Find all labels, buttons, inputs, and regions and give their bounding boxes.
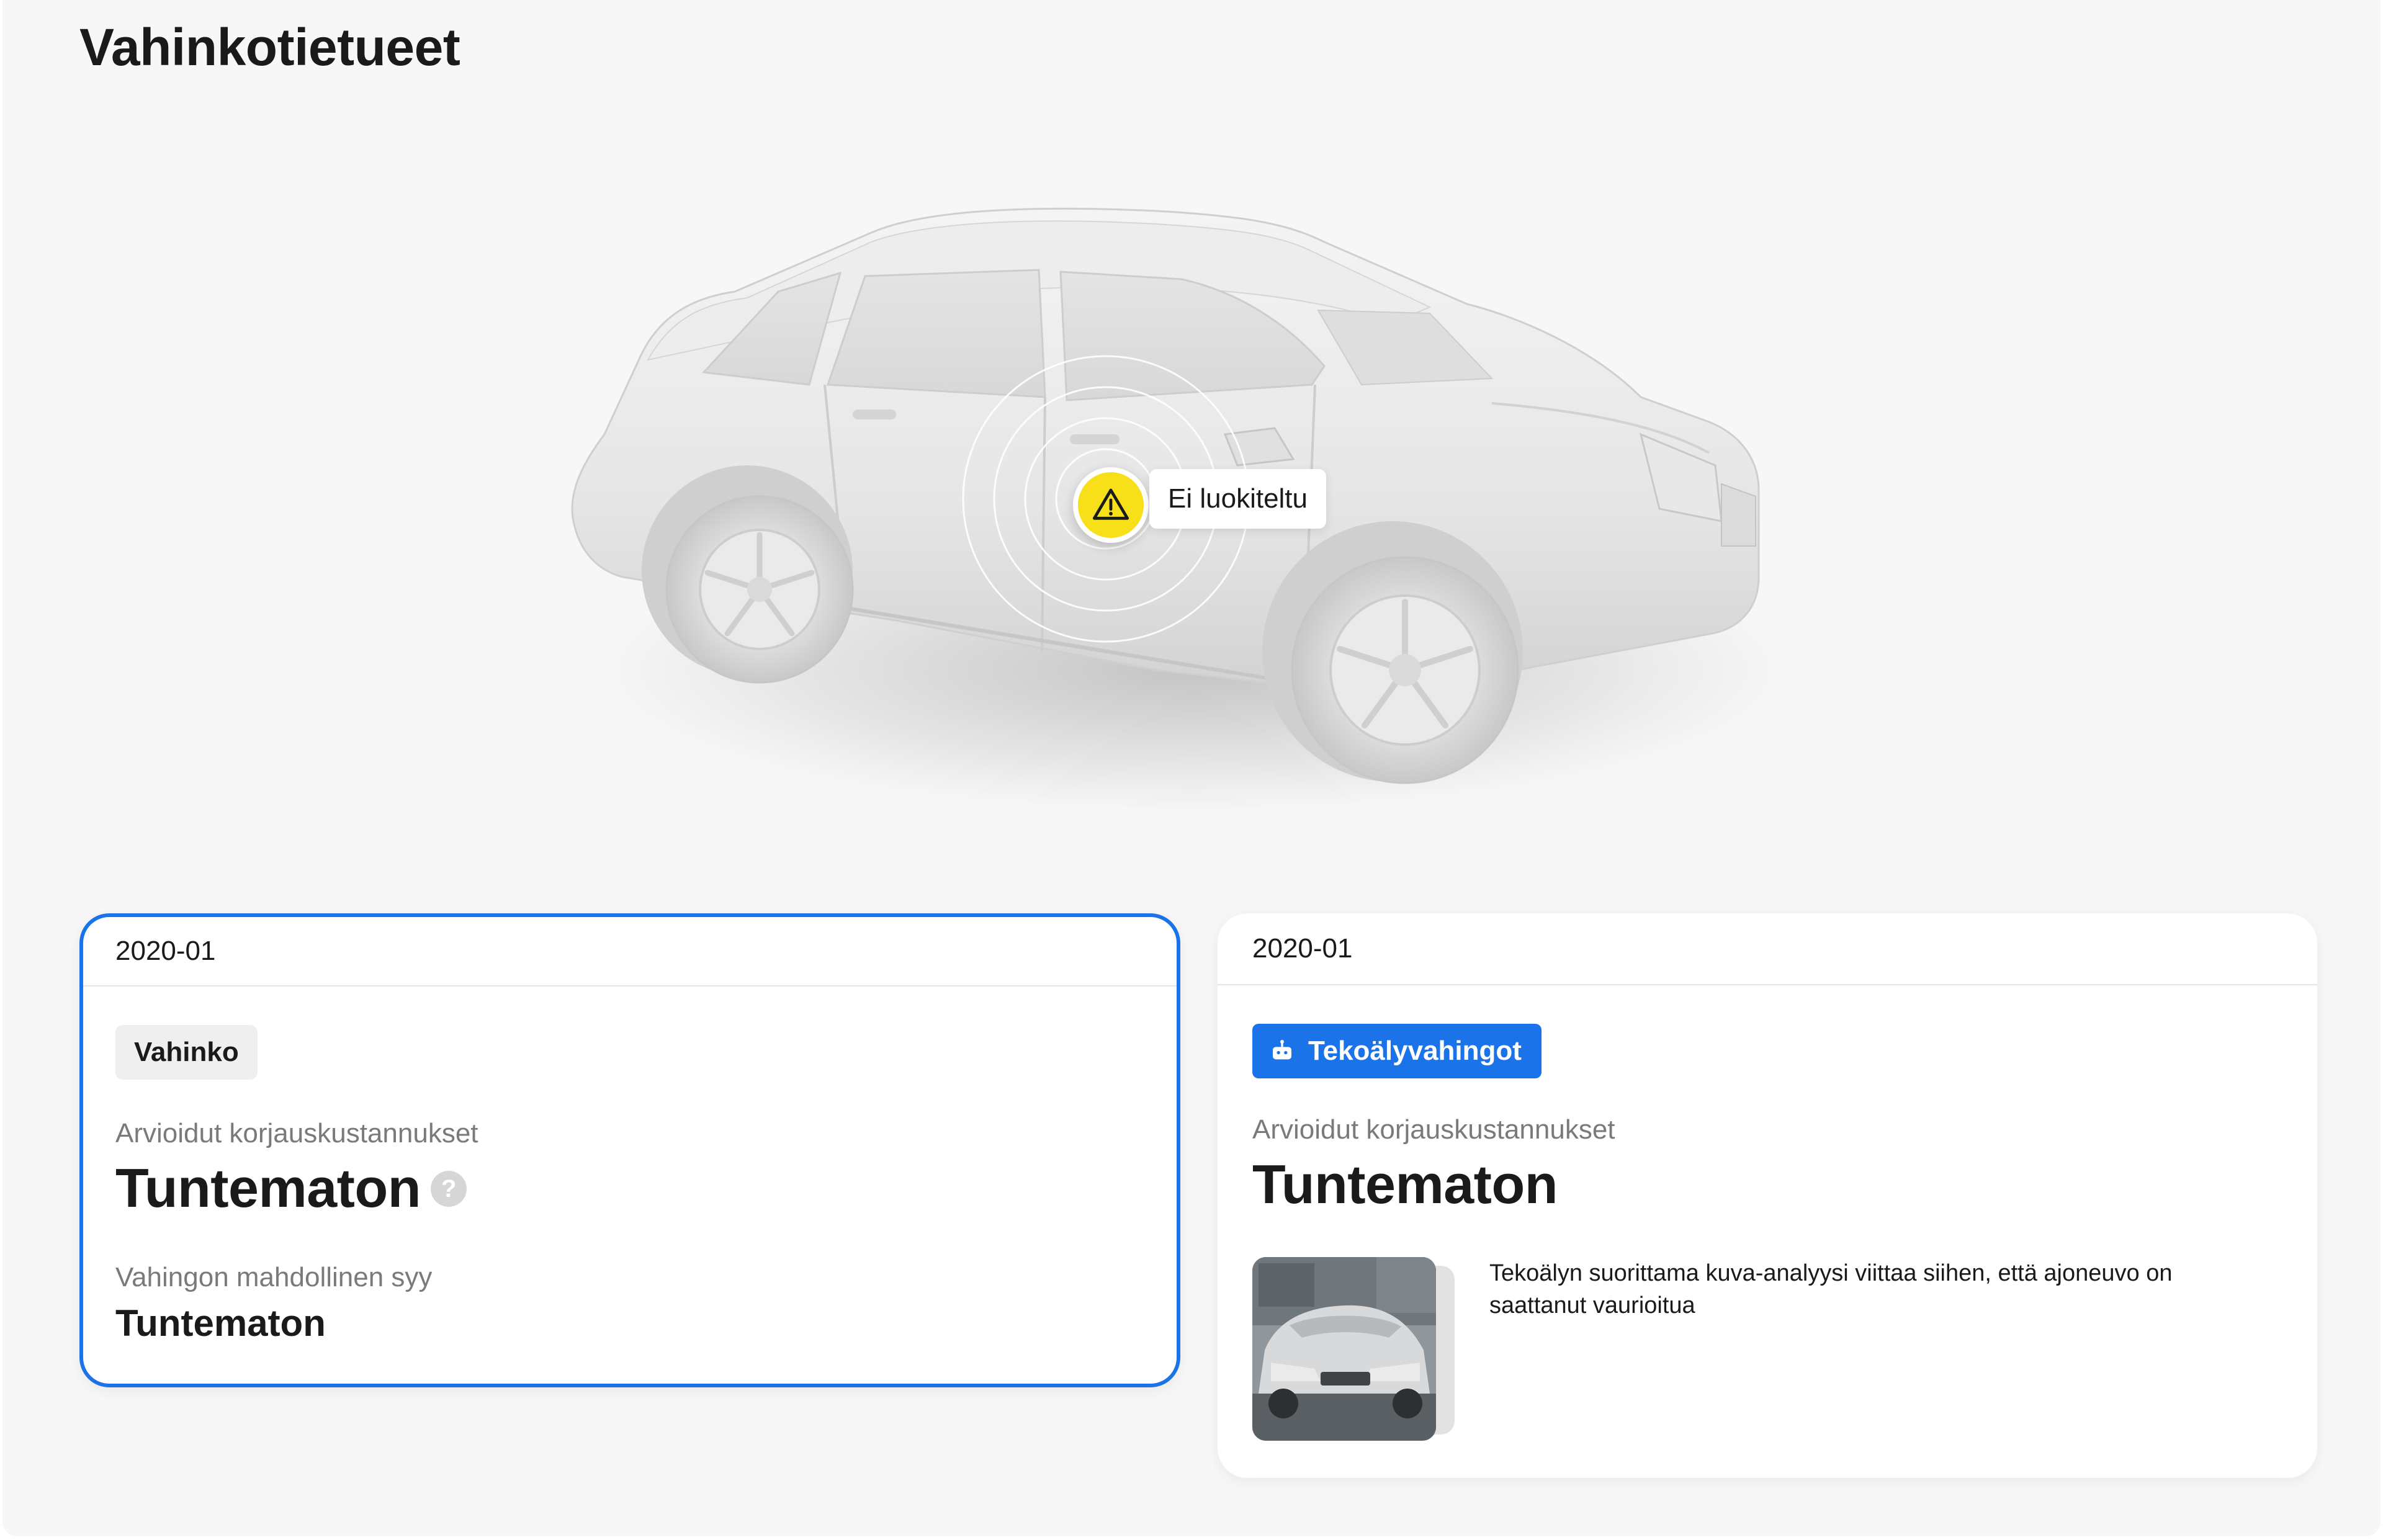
- damage-type-badge: Vahinko: [115, 1025, 258, 1080]
- help-icon[interactable]: ?: [430, 1170, 467, 1207]
- marker-label: Ei luokiteltu: [1149, 469, 1327, 529]
- repair-cost-value-row: Tuntematon?: [115, 1157, 467, 1220]
- page-title: Vahinkotietueet: [79, 18, 460, 76]
- repair-cost-value: Tuntematon: [115, 1157, 421, 1219]
- damage-cause-label: Vahingon mahdollinen syy: [115, 1262, 433, 1292]
- damage-photo[interactable]: [1252, 1257, 1436, 1441]
- ai-analysis-note: Tekoälyn suorittama kuva-analyysi viitta…: [1489, 1260, 2173, 1318]
- repair-cost-value: Tuntematon: [1252, 1153, 1558, 1215]
- record-date: 2020-01: [1218, 913, 2317, 985]
- ai-damage-record-card[interactable]: 2020-01 Tekoälyvahingot Arvioidut korjau…: [1218, 913, 2317, 1478]
- ai-damage-badge-label: Tekoälyvahingot: [1308, 1036, 1522, 1066]
- warning-marker[interactable]: [1073, 467, 1149, 543]
- damage-cause-value: Tuntematon: [115, 1302, 326, 1344]
- damage-record-card[interactable]: 2020-01 Vahinko Arvioidut korjauskustann…: [79, 913, 1180, 1387]
- car-illustration: [549, 199, 1839, 869]
- repair-cost-label: Arvioidut korjauskustannukset: [1252, 1114, 1615, 1145]
- ai-damage-badge: Tekoälyvahingot: [1252, 1024, 1542, 1078]
- warning-icon: [1092, 488, 1129, 520]
- damage-photo-stack[interactable]: [1252, 1257, 1463, 1441]
- record-date: 2020-01: [83, 917, 1177, 987]
- damage-records-panel: Vahinkotietueet Ei luokiteltu 2020-01 Va…: [2, 0, 2381, 1536]
- robot-icon: [1273, 1040, 1291, 1060]
- repair-cost-label: Arvioidut korjauskustannukset: [115, 1118, 478, 1148]
